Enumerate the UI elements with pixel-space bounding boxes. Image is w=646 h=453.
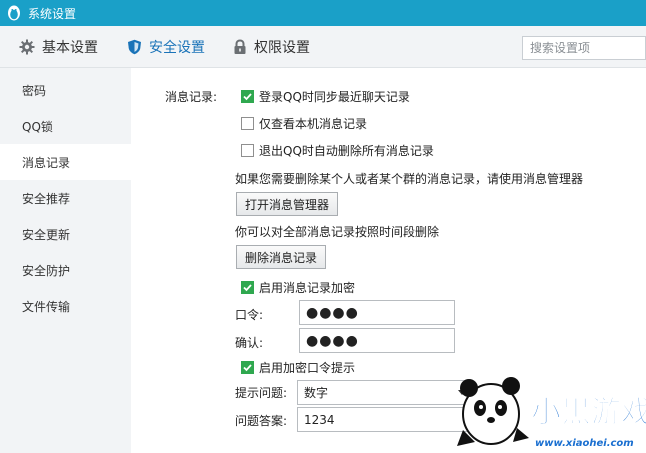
shield-icon bbox=[128, 39, 141, 55]
panda-mascot-icon: 小黑游戏 www.xiaohei.com bbox=[457, 377, 646, 449]
sidebar-item-label: 密码 bbox=[22, 83, 47, 98]
tab-permission-settings[interactable]: 权限设置 bbox=[233, 26, 310, 68]
sidebar-item-label: 安全防护 bbox=[22, 263, 71, 278]
sidebar-item-security-protection[interactable]: 安全防护 bbox=[0, 252, 131, 288]
checkbox-checked[interactable] bbox=[241, 90, 254, 103]
checkbox-checked[interactable] bbox=[241, 361, 254, 374]
sidebar-item-label: QQ锁 bbox=[22, 119, 53, 134]
section-label: 消息记录: bbox=[165, 90, 218, 104]
question-label: 提示问题: bbox=[235, 386, 288, 400]
confirm-password-field[interactable]: ●●●● bbox=[299, 328, 455, 353]
tab-security-settings[interactable]: 安全设置 bbox=[127, 26, 205, 68]
checkbox[interactable] bbox=[241, 117, 254, 130]
tab-basic-settings[interactable]: 基本设置 bbox=[19, 26, 98, 68]
toolbar: 基本设置 安全设置 权限设置 bbox=[0, 26, 646, 68]
delete-records-button[interactable]: 删除消息记录 bbox=[236, 245, 327, 269]
checkbox[interactable] bbox=[241, 144, 254, 157]
checkmark-icon bbox=[243, 284, 252, 292]
question-value: 数字 bbox=[304, 386, 329, 400]
password-value: ●●●● bbox=[306, 304, 359, 321]
sidebar-item-label: 安全推荐 bbox=[22, 191, 71, 206]
option-label: 启用加密口令提示 bbox=[259, 361, 356, 375]
sidebar-item-password[interactable]: 密码 bbox=[0, 72, 131, 108]
option-delete-on-exit[interactable]: 退出QQ时自动删除所有消息记录 bbox=[241, 142, 434, 159]
sidebar-item-security-update[interactable]: 安全更新 bbox=[0, 216, 131, 252]
password-label: 口令: bbox=[235, 308, 264, 322]
sidebar: 密码 QQ锁 消息记录 安全推荐 安全更新 安全防护 文件传输 bbox=[0, 68, 131, 453]
svg-text:www.xiaohei.com: www.xiaohei.com bbox=[535, 438, 634, 449]
sidebar-item-file-transfer[interactable]: 文件传输 bbox=[0, 288, 131, 324]
answer-label: 问题答案: bbox=[235, 414, 288, 428]
option-sync-recent-chats[interactable]: 登录QQ时同步最近聊天记录 bbox=[241, 88, 410, 105]
gear-icon bbox=[19, 39, 35, 55]
confirm-label: 确认: bbox=[235, 336, 264, 350]
password-field[interactable]: ●●●● bbox=[299, 300, 455, 325]
question-select[interactable]: 数字 bbox=[297, 380, 473, 405]
answer-value: 1234 bbox=[304, 412, 335, 427]
title-bar: 系统设置 bbox=[0, 0, 646, 26]
tab-label: 权限设置 bbox=[254, 40, 310, 56]
tab-label: 基本设置 bbox=[42, 40, 98, 56]
checkbox-checked[interactable] bbox=[241, 281, 254, 294]
svg-text:小黑游戏: 小黑游戏 bbox=[531, 395, 646, 430]
watermark-logo: 小黑游戏 www.xiaohei.com bbox=[455, 370, 646, 453]
sidebar-item-message-records[interactable]: 消息记录 bbox=[0, 144, 131, 180]
option-label: 退出QQ时自动删除所有消息记录 bbox=[259, 144, 434, 158]
sidebar-item-label: 消息记录 bbox=[22, 155, 71, 170]
open-message-manager-button[interactable]: 打开消息管理器 bbox=[236, 192, 339, 216]
sidebar-item-label: 安全更新 bbox=[22, 227, 71, 242]
checkmark-icon bbox=[243, 364, 252, 372]
delete-hint-text: 如果您需要删除某个人或者某个群的消息记录，请使用消息管理器 bbox=[235, 172, 584, 186]
sidebar-item-qq-lock[interactable]: QQ锁 bbox=[0, 108, 131, 144]
option-label: 仅查看本机消息记录 bbox=[259, 117, 368, 131]
option-enable-password-hint[interactable]: 启用加密口令提示 bbox=[241, 359, 355, 376]
qq-penguin-icon bbox=[8, 5, 20, 21]
lock-icon bbox=[234, 39, 246, 54]
confirm-value: ●●●● bbox=[306, 332, 359, 349]
checkmark-icon bbox=[243, 93, 252, 101]
option-enable-encryption[interactable]: 启用消息记录加密 bbox=[241, 279, 355, 296]
option-label: 启用消息记录加密 bbox=[259, 281, 356, 295]
sidebar-item-security-recommend[interactable]: 安全推荐 bbox=[0, 180, 131, 216]
delete-by-time-hint: 你可以对全部消息记录按照时间段删除 bbox=[235, 225, 440, 239]
search-input[interactable] bbox=[522, 36, 646, 60]
answer-field[interactable]: 1234 bbox=[297, 407, 473, 432]
sidebar-item-label: 文件传输 bbox=[22, 299, 71, 314]
option-local-only[interactable]: 仅查看本机消息记录 bbox=[241, 115, 367, 132]
window-title: 系统设置 bbox=[28, 6, 77, 21]
tab-label: 安全设置 bbox=[149, 40, 205, 56]
option-label: 登录QQ时同步最近聊天记录 bbox=[259, 90, 410, 104]
